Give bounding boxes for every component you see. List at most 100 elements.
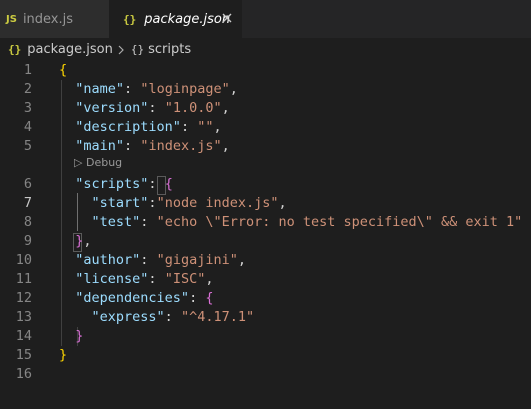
code-token: "gigajini" <box>156 252 238 268</box>
line-number: 15 <box>15 347 32 363</box>
codelens-label: Debug <box>85 156 123 169</box>
code-line[interactable]: 16 <box>0 365 531 384</box>
code-token: "dependencies" <box>75 290 190 306</box>
code-token: , <box>229 81 238 97</box>
code-token: } <box>59 347 68 363</box>
codelens-debug[interactable]: ▷ Debug <box>74 155 122 171</box>
code-token: : <box>148 271 165 287</box>
play-icon: ▷ <box>74 156 83 169</box>
code-token: , <box>83 233 92 249</box>
code-text: } <box>59 346 67 365</box>
code-token: "index.js" <box>140 138 222 154</box>
code-line[interactable]: 4 "description": "", <box>0 118 531 137</box>
code-token: , <box>221 100 230 116</box>
code-text: "description": "", <box>59 118 222 137</box>
code-line[interactable]: 14 } <box>0 327 531 346</box>
code-line[interactable]: 8 "test": "echo \"Error: no test specifi… <box>0 213 531 232</box>
code-token: , <box>278 195 287 211</box>
line-number: 3 <box>23 100 32 116</box>
code-token: "^4.17.1" <box>180 309 255 325</box>
code-token: "echo \"Error: no test specified\" && ex… <box>156 214 523 230</box>
code-token: : <box>189 290 206 306</box>
code-token: : <box>140 214 157 230</box>
code-line[interactable]: 2 "name": "loginpage", <box>0 80 531 99</box>
code-line[interactable]: 13 "express": "^4.17.1" <box>0 308 531 327</box>
code-text: "author": "gigajini", <box>59 251 246 270</box>
code-token: , <box>205 271 214 287</box>
code-line[interactable]: 5 "main": "index.js", <box>0 137 531 156</box>
code-token: : <box>164 309 181 325</box>
code-token: : <box>124 81 141 97</box>
line-number: 5 <box>23 138 32 154</box>
code-text: "dependencies": { <box>59 289 213 308</box>
code-token: : <box>148 176 165 192</box>
code-line[interactable]: 6 "scripts": { <box>0 175 531 194</box>
code-line[interactable]: 1{ <box>0 61 531 80</box>
code-token: "main" <box>75 138 125 154</box>
code-line[interactable]: 9 }, <box>0 232 531 251</box>
code-token: "start" <box>91 195 149 211</box>
code-text: "test": "echo \"Error: no test specified… <box>59 213 523 232</box>
code-token: "1.0.0" <box>164 100 222 116</box>
code-token: "name" <box>75 81 125 97</box>
line-number: 9 <box>23 233 32 249</box>
tab-bar: JS index.js {} package.json <box>0 0 531 38</box>
tab-package-json[interactable]: {} package.json <box>109 0 242 38</box>
code-text: "main": "index.js", <box>59 137 230 156</box>
code-token: : <box>140 252 157 268</box>
tab-index-js[interactable]: JS index.js <box>0 0 109 38</box>
code-token: "author" <box>75 252 141 268</box>
code-token: "test" <box>91 214 141 230</box>
code-text: "name": "loginpage", <box>59 80 238 99</box>
code-text: "express": "^4.17.1" <box>59 308 255 327</box>
code-token: "" <box>197 119 214 135</box>
code-editor[interactable]: ▷ Debug 1{2 "name": "loginpage", 3 "versi… <box>0 61 531 409</box>
line-number: 6 <box>23 176 32 192</box>
breadcrumb-file[interactable]: package.json <box>27 42 113 57</box>
code-token: , <box>221 138 230 154</box>
breadcrumb-symbol[interactable]: scripts <box>148 42 191 57</box>
chevron-right-icon <box>118 45 124 54</box>
code-text: "version": "1.0.0", <box>59 99 230 118</box>
code-token: : <box>180 119 198 135</box>
code-token: : <box>124 138 141 154</box>
code-line[interactable]: 11 "license": "ISC", <box>0 270 531 289</box>
code-token: "loginpage" <box>140 81 230 97</box>
code-text: { <box>59 61 67 80</box>
code-token: "description" <box>75 119 181 135</box>
json-file-icon: {} <box>8 43 22 56</box>
code-line[interactable]: 3 "version": "1.0.0", <box>0 99 531 118</box>
code-text: "license": "ISC", <box>59 270 213 289</box>
code-token: "scripts" <box>75 176 149 192</box>
line-number: 10 <box>15 252 32 268</box>
code-token: { <box>205 290 214 306</box>
code-token: , <box>237 252 246 268</box>
code-token: "ISC" <box>164 271 206 287</box>
tab-label: package.json <box>144 11 231 27</box>
code-line[interactable]: 10 "author": "gigajini", <box>0 251 531 270</box>
code-line[interactable]: 15} <box>0 346 531 365</box>
code-line[interactable]: 12 "dependencies": { <box>0 289 531 308</box>
line-number: 4 <box>23 119 32 135</box>
code-line[interactable]: 7 "start":"node index.js", <box>0 194 531 213</box>
line-number: 16 <box>15 366 32 382</box>
line-number: 8 <box>23 214 32 230</box>
code-token: "license" <box>75 271 149 287</box>
breadcrumb: {} package.json {} scripts <box>0 38 531 61</box>
code-token: , <box>213 119 222 135</box>
line-number: 14 <box>15 328 32 344</box>
code-token: { <box>164 176 173 192</box>
line-number: 1 <box>23 62 32 78</box>
code-text: }, <box>59 232 92 251</box>
close-icon[interactable] <box>220 11 234 25</box>
